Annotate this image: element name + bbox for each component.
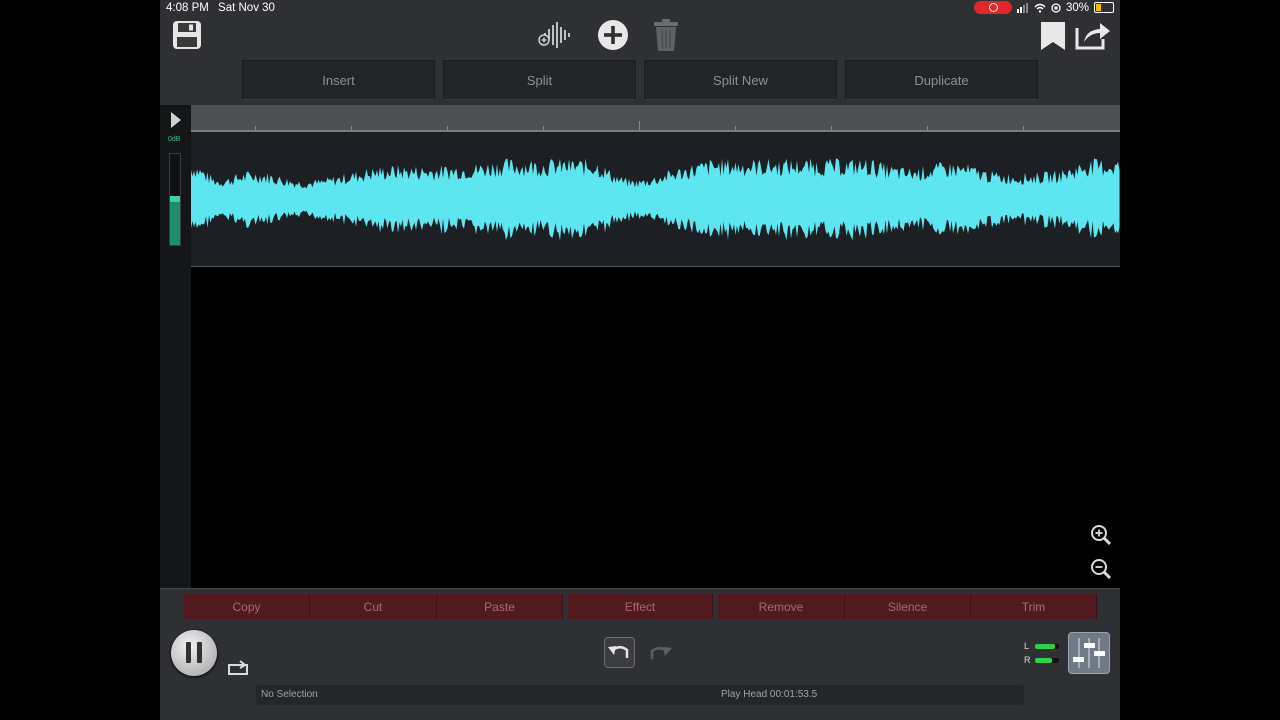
top-toolbar — [160, 17, 1120, 57]
ruler-tick — [927, 126, 928, 130]
zoom-out-icon — [1091, 559, 1112, 580]
battery-icon — [1094, 2, 1114, 13]
audio-editor-app: 4:08 PM Sat Nov 30 30% Insert Split Spli… — [160, 0, 1120, 720]
effect-button[interactable]: Effect — [568, 594, 713, 619]
system-status-bar: 4:08 PM Sat Nov 30 30% — [160, 0, 1120, 17]
mixer-icon — [1073, 638, 1105, 668]
signal-icon — [1016, 2, 1028, 13]
track-level-meter — [169, 153, 181, 246]
redo-icon — [650, 647, 672, 659]
delete-button[interactable] — [650, 18, 682, 52]
status-date: Sat Nov 30 — [218, 2, 275, 14]
selection-status: No Selection — [261, 689, 318, 700]
status-time: 4:08 PM — [166, 2, 209, 14]
segment-toolbar: Insert Split Split New Duplicate — [242, 60, 1038, 100]
right-channel-level — [1035, 658, 1052, 663]
share-button[interactable] — [1073, 19, 1113, 51]
share-icon — [1075, 23, 1110, 50]
ruler-tick — [255, 126, 256, 130]
ruler-tick — [735, 126, 736, 130]
undo-button[interactable] — [604, 637, 635, 668]
waveform-shape — [191, 158, 1120, 241]
edit-actions: Copy Cut Paste Effect Remove Silence Tri… — [184, 594, 1097, 619]
add-waveform-icon — [538, 22, 570, 48]
remove-button[interactable]: Remove — [718, 594, 845, 619]
ruler-tick — [447, 126, 448, 130]
undo-icon — [608, 646, 629, 658]
pause-icon — [186, 642, 191, 663]
bookmark-button[interactable] — [1038, 20, 1068, 52]
add-icon — [598, 20, 628, 50]
ruler-tick — [639, 121, 640, 130]
waveform-track[interactable] — [191, 132, 1120, 267]
orientation-lock-icon — [1051, 2, 1061, 13]
wifi-icon — [1034, 3, 1046, 13]
zoom-out-button[interactable] — [1090, 558, 1112, 580]
mixer-button[interactable] — [1068, 632, 1110, 674]
silence-button[interactable]: Silence — [845, 594, 971, 619]
zoom-in-button[interactable] — [1090, 524, 1112, 546]
split-new-button[interactable]: Split New — [644, 60, 837, 100]
timeline-ruler[interactable] — [191, 105, 1120, 132]
waveform — [191, 158, 1120, 241]
bookmark-icon — [1041, 22, 1065, 50]
save-icon — [173, 21, 201, 49]
redo-button[interactable] — [646, 641, 674, 665]
trim-button[interactable]: Trim — [971, 594, 1097, 619]
loop-icon — [228, 660, 248, 675]
ruler-tick — [351, 126, 352, 130]
loop-button[interactable] — [227, 660, 249, 676]
left-channel-level — [1035, 644, 1056, 649]
meter-db-label: 0dB — [168, 136, 181, 143]
playhead-position: Play Head 00:01:53.5 — [721, 689, 818, 700]
status-strip: No Selection Play Head 00:01:53.5 — [256, 685, 1024, 705]
right-channel-label: R — [1024, 655, 1031, 665]
battery-percent: 30% — [1065, 1, 1089, 14]
split-button[interactable]: Split — [443, 60, 636, 100]
add-button[interactable] — [597, 19, 629, 51]
duplicate-button[interactable]: Duplicate — [845, 60, 1038, 100]
play-track-icon[interactable] — [171, 112, 181, 128]
pause-button[interactable] — [171, 630, 217, 676]
save-button[interactable] — [171, 19, 203, 51]
output-level-meter: L R — [1024, 640, 1064, 668]
copy-button[interactable]: Copy — [184, 594, 310, 619]
ruler-tick — [831, 126, 832, 130]
ruler-tick — [543, 126, 544, 130]
ruler-tick — [1023, 126, 1024, 130]
screen-recording-icon — [973, 1, 1012, 14]
left-channel-label: L — [1024, 641, 1030, 651]
zoom-in-icon — [1091, 525, 1112, 546]
trash-icon — [654, 19, 678, 51]
paste-button[interactable]: Paste — [437, 594, 563, 619]
add-waveform-button[interactable] — [536, 19, 576, 51]
insert-button[interactable]: Insert — [242, 60, 435, 100]
cut-button[interactable]: Cut — [310, 594, 437, 619]
empty-track-area[interactable] — [191, 267, 1120, 588]
